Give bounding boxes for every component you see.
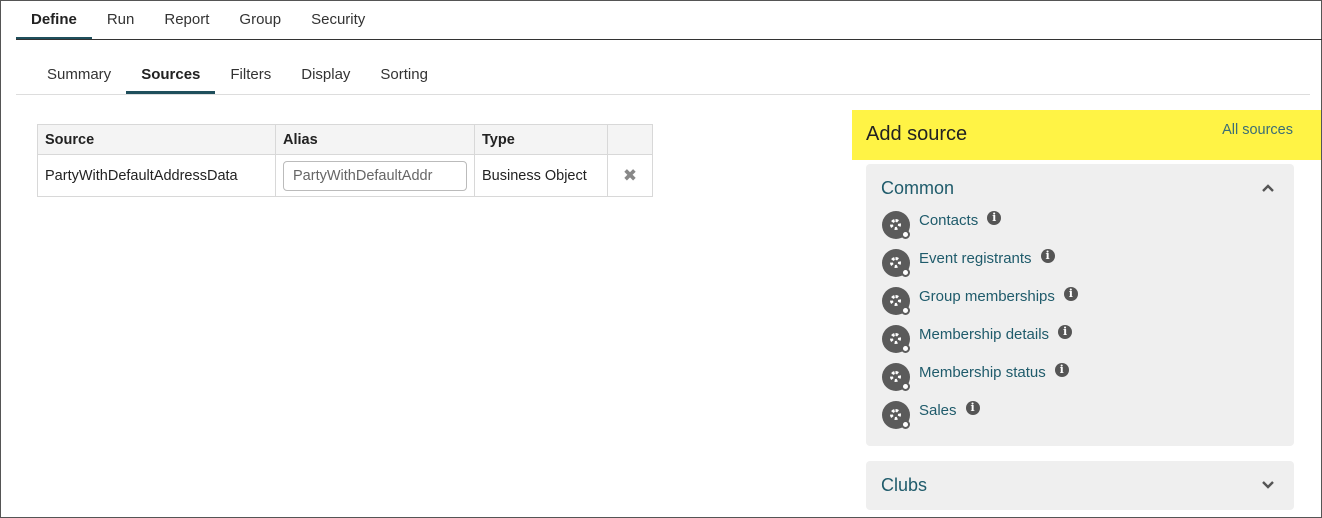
- all-sources-link[interactable]: All sources: [1222, 122, 1293, 138]
- source-item-membership-details[interactable]: Membership details i: [882, 324, 1073, 354]
- actions-cell: ✖: [607, 154, 653, 197]
- info-icon[interactable]: i: [1058, 325, 1073, 339]
- header-actions: [607, 124, 653, 155]
- tab-report[interactable]: Report: [149, 0, 224, 40]
- subtab-display[interactable]: Display: [286, 57, 365, 94]
- common-sources-panel: Common Contacts i Event registrants i Gr…: [866, 164, 1294, 446]
- source-item-contacts[interactable]: Contacts i: [882, 210, 1002, 240]
- sub-tab-bar: Summary Sources Filters Display Sorting: [32, 57, 443, 94]
- info-icon[interactable]: i: [1063, 287, 1078, 301]
- subtab-sources[interactable]: Sources: [126, 57, 216, 94]
- gear-object-icon: [882, 363, 910, 391]
- info-icon[interactable]: i: [1040, 249, 1055, 263]
- add-source-header: Add source All sources: [852, 110, 1321, 160]
- top-tab-divider: [16, 39, 1322, 40]
- source-item-group-memberships[interactable]: Group memberships i: [882, 286, 1078, 316]
- source-item-sales[interactable]: Sales i: [882, 400, 980, 430]
- common-panel-title[interactable]: Common: [881, 178, 954, 199]
- source-cell: PartyWithDefaultAddressData: [37, 154, 276, 197]
- source-item-label[interactable]: Membership status: [919, 364, 1046, 381]
- info-icon[interactable]: i: [965, 401, 980, 415]
- subtab-filters[interactable]: Filters: [215, 57, 286, 94]
- chevron-down-icon[interactable]: [1260, 477, 1276, 493]
- header-type: Type: [474, 124, 608, 155]
- table-header-row: Source Alias Type: [37, 124, 653, 155]
- type-cell: Business Object: [474, 154, 608, 197]
- tab-define[interactable]: Define: [16, 0, 92, 40]
- clubs-sources-panel: Clubs: [866, 461, 1294, 510]
- tab-security[interactable]: Security: [296, 0, 380, 40]
- header-source: Source: [37, 124, 276, 155]
- sources-table: Source Alias Type PartyWithDefaultAddres…: [37, 124, 653, 197]
- info-icon[interactable]: i: [987, 211, 1002, 225]
- source-item-label[interactable]: Membership details: [919, 326, 1049, 343]
- subtab-sorting[interactable]: Sorting: [365, 57, 443, 94]
- info-icon[interactable]: i: [1054, 363, 1069, 377]
- tab-group[interactable]: Group: [224, 0, 296, 40]
- tab-run[interactable]: Run: [92, 0, 150, 40]
- gear-object-icon: [882, 249, 910, 277]
- source-item-event-registrants[interactable]: Event registrants i: [882, 248, 1055, 278]
- table-row: PartyWithDefaultAddressData Business Obj…: [37, 154, 653, 197]
- subtab-summary[interactable]: Summary: [32, 57, 126, 94]
- source-item-label[interactable]: Group memberships: [919, 288, 1055, 305]
- remove-source-icon[interactable]: ✖: [615, 166, 645, 186]
- alias-cell: [275, 154, 475, 197]
- add-source-title: Add source: [866, 123, 968, 145]
- gear-object-icon: [882, 211, 910, 239]
- gear-object-icon: [882, 401, 910, 429]
- header-alias: Alias: [275, 124, 475, 155]
- chevron-up-icon[interactable]: [1260, 180, 1276, 196]
- source-item-label[interactable]: Sales: [919, 402, 957, 419]
- gear-object-icon: [882, 325, 910, 353]
- sub-tab-divider: [16, 94, 1310, 95]
- gear-object-icon: [882, 287, 910, 315]
- top-tab-bar: Define Run Report Group Security: [16, 0, 380, 40]
- clubs-panel-title[interactable]: Clubs: [881, 475, 927, 496]
- source-item-membership-status[interactable]: Membership status i: [882, 362, 1069, 392]
- alias-input[interactable]: [283, 160, 467, 191]
- source-item-label[interactable]: Event registrants: [919, 250, 1032, 267]
- source-item-label[interactable]: Contacts: [919, 212, 978, 229]
